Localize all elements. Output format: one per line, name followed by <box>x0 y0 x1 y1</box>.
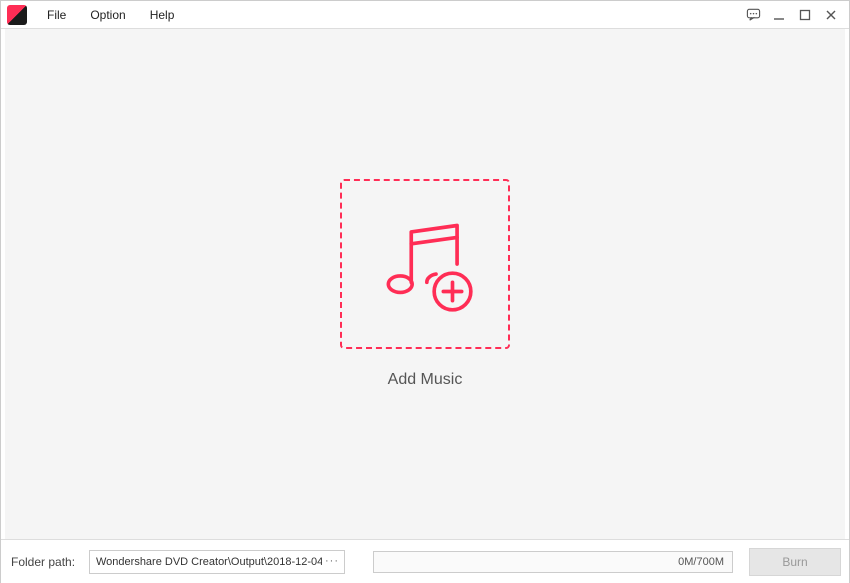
menu-file[interactable]: File <box>35 1 78 29</box>
disc-capacity-bar: 0M/700M <box>373 551 733 573</box>
browse-folder-button[interactable]: ··· <box>323 550 341 574</box>
window-controls <box>745 7 849 23</box>
feedback-icon[interactable] <box>745 7 761 23</box>
app-logo-icon <box>7 5 27 25</box>
footer-bar: Folder path: ··· 0M/700M Burn <box>1 539 849 583</box>
folder-path-field-wrap: ··· <box>89 550 345 574</box>
maximize-button[interactable] <box>797 7 813 23</box>
menu-bar: File Option Help <box>35 1 186 29</box>
menu-option[interactable]: Option <box>78 1 137 29</box>
burn-button[interactable]: Burn <box>749 548 841 576</box>
minimize-button[interactable] <box>771 7 787 23</box>
folder-path-input[interactable] <box>89 550 345 574</box>
menu-help[interactable]: Help <box>138 1 187 29</box>
music-plus-icon <box>370 209 480 319</box>
folder-path-label: Folder path: <box>9 555 81 569</box>
content-area: Add Music <box>1 29 849 539</box>
add-music-label: Add Music <box>388 371 463 389</box>
titlebar: File Option Help <box>1 1 849 29</box>
add-music-dropzone[interactable] <box>340 179 510 349</box>
disc-capacity-text: 0M/700M <box>678 556 724 568</box>
close-button[interactable] <box>823 7 839 23</box>
